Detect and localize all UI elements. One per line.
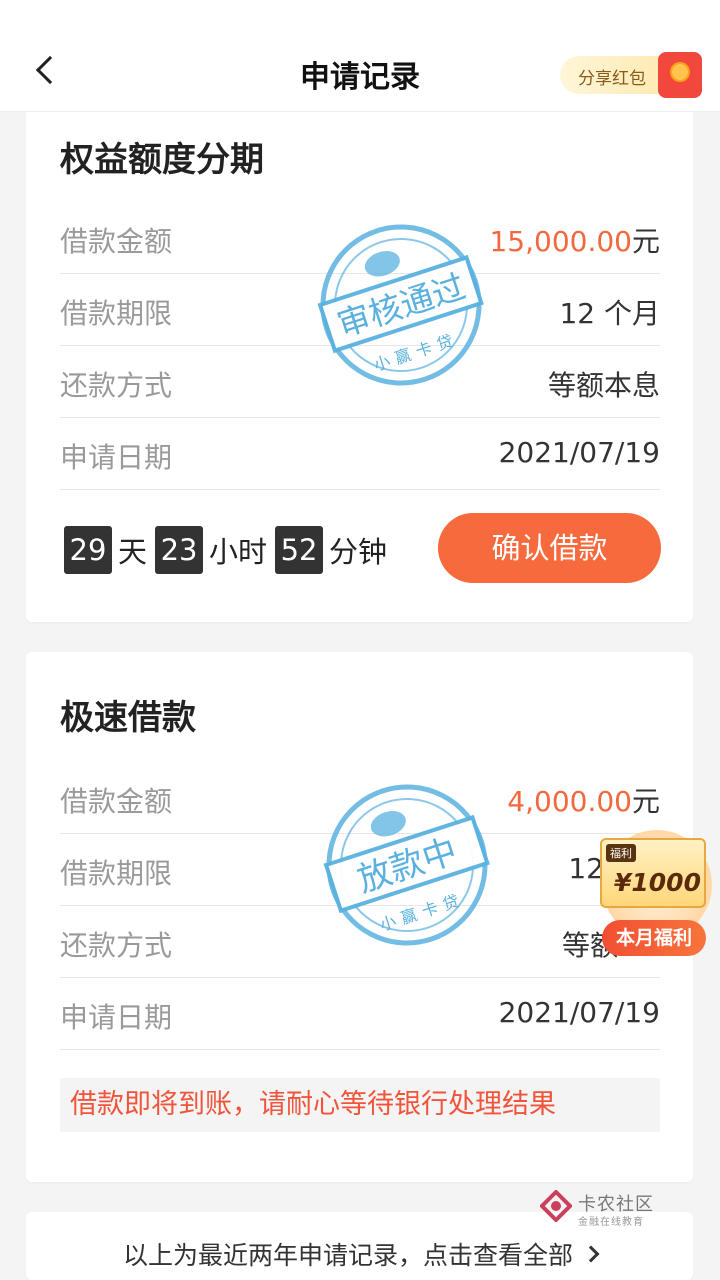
row-label: 借款金额 xyxy=(60,785,173,818)
card-title: 权益额度分期 xyxy=(60,140,264,180)
red-envelope-icon xyxy=(658,52,702,98)
row-label: 借款期限 xyxy=(60,857,173,890)
countdown-days: 29 xyxy=(64,526,112,574)
community-logo-icon xyxy=(540,1190,572,1222)
coupon-icon: 福利 ¥1000 xyxy=(600,838,706,908)
countdown-minutes-unit: 分钟 xyxy=(329,535,388,569)
promo-label: 本月福利 xyxy=(602,920,706,956)
loan-card-express: 极速借款 借款金额 4,000.00元 借款期限 12 还款方式 等额 申请日期… xyxy=(26,652,693,1182)
row-label: 还款方式 xyxy=(60,369,173,402)
countdown-timer: 29 天 23 小时 52 分钟 xyxy=(64,526,395,574)
share-red-packet-button[interactable]: 分享红包 xyxy=(560,52,702,98)
row-value: 2021/07/19 xyxy=(498,996,660,1029)
row-label: 申请日期 xyxy=(60,1001,173,1034)
row-value: 4,000.00元 xyxy=(507,780,660,820)
countdown-days-unit: 天 xyxy=(118,535,148,569)
countdown-hours-unit: 小时 xyxy=(209,535,268,569)
row-apply-date: 申请日期 2021/07/19 xyxy=(60,978,660,1050)
amount-value: 4,000.00 xyxy=(507,785,632,818)
row-label: 借款期限 xyxy=(60,297,173,330)
row-value: 15,000.00元 xyxy=(489,220,660,260)
row-label: 借款金额 xyxy=(60,225,173,258)
disbursement-notice: 借款即将到账，请耐心等待银行处理结果 xyxy=(60,1078,660,1132)
amount-value: 15,000.00 xyxy=(489,225,632,258)
row-value: 等额本息 xyxy=(547,369,660,402)
coin-icon xyxy=(670,62,690,82)
confirm-loan-button[interactable]: 确认借款 xyxy=(438,513,661,583)
amount-unit: 元 xyxy=(631,225,660,258)
amount-unit: 元 xyxy=(631,785,660,818)
row-label: 申请日期 xyxy=(60,441,173,474)
chevron-right-icon xyxy=(582,1245,600,1263)
loan-card-equity-installment: 权益额度分期 借款金额 15,000.00元 借款期限 12 个月 还款方式 等… xyxy=(26,112,693,622)
countdown-hours: 23 xyxy=(155,526,204,574)
top-bar: 申请记录 分享红包 xyxy=(0,0,720,112)
monthly-benefit-float[interactable]: 福利 ¥1000 本月福利 xyxy=(596,830,714,958)
row-value: 2021/07/19 xyxy=(498,436,660,469)
row-apply-date: 申请日期 2021/07/19 xyxy=(60,418,660,490)
view-all-text: 以上为最近两年申请记录，点击查看全部 xyxy=(122,1241,573,1270)
promo-tag: 福利 xyxy=(606,844,636,862)
card-title: 极速借款 xyxy=(60,698,196,738)
countdown-minutes: 52 xyxy=(275,526,324,574)
row-label: 还款方式 xyxy=(60,929,173,962)
view-all-records-link[interactable]: 以上为最近两年申请记录，点击查看全部 xyxy=(0,1232,720,1280)
row-value: 12 个月 xyxy=(559,297,660,330)
community-watermark: 卡农社区 金融在线教育 xyxy=(540,1190,670,1230)
share-label: 分享红包 xyxy=(578,69,646,89)
promo-amount: ¥1000 xyxy=(614,868,701,897)
watermark-subtitle: 金融在线教育 xyxy=(578,1217,644,1228)
